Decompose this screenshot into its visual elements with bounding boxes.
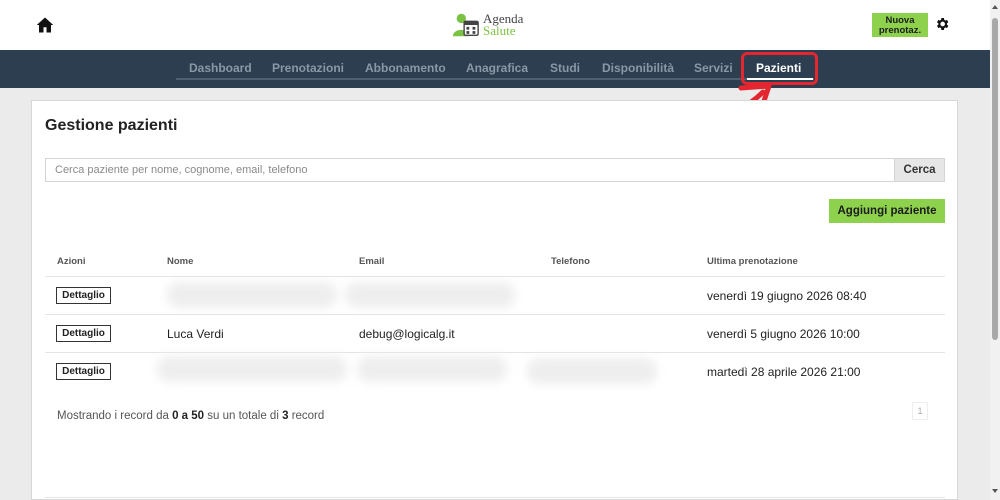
main-navigation: Dashboard Prenotazioni Abbonamento Anagr… [0,50,990,88]
card-bottom-divider [45,497,945,498]
table-row: Dettaglio venerdì 19 giugno 2026 08:40 [45,276,945,314]
new-booking-line2: prenotaz. [878,25,922,36]
top-header: Agenda Salute Nuova prenotaz. [0,0,990,50]
column-header-email: Email [359,256,385,267]
page-scrollbar[interactable] [990,0,1000,500]
detail-button[interactable]: Dettaglio [56,363,111,380]
logo-line-salute: Salute [483,23,516,38]
home-icon[interactable] [36,16,54,34]
detail-button[interactable]: Dettaglio [56,287,111,304]
add-patient-button[interactable]: Aggiungi paziente [829,199,945,223]
logo-wordmark: Agenda Salute [483,12,523,38]
records-range: 0 a 50 [172,410,205,422]
tab-disponibilita[interactable]: Disponibilità [602,61,674,75]
column-header-nome: Nome [167,256,194,267]
last-booking-cell: venerdì 19 giugno 2026 08:40 [707,289,867,303]
search-button[interactable]: Cerca [894,158,945,182]
records-prefix: Mostrando i record da [57,410,169,422]
column-header-azioni: Azioni [57,256,86,267]
doctor-calendar-logo-icon [452,13,479,37]
table-row: Dettaglio martedì 28 aprile 2026 21:00 [45,352,945,390]
new-booking-button[interactable]: Nuova prenotaz. [872,13,928,37]
scroll-up-icon[interactable] [990,2,1000,12]
tab-servizi[interactable]: Servizi [694,61,733,75]
tab-anagrafica[interactable]: Anagrafica [466,61,528,75]
last-booking-cell: martedì 28 aprile 2026 21:00 [707,365,861,379]
scroll-thumb[interactable] [992,18,998,340]
records-middle: su un totale di [207,410,279,422]
patient-search-input[interactable] [45,158,894,182]
redacted-name [157,356,347,382]
tab-dashboard[interactable]: Dashboard [189,61,252,75]
redacted-phone [527,358,657,384]
pagination-page-1[interactable]: 1 [912,402,928,420]
records-total: 3 [282,410,289,422]
tab-prenotazioni[interactable]: Prenotazioni [272,61,344,75]
detail-button[interactable]: Dettaglio [56,325,111,342]
gear-icon[interactable] [934,16,950,32]
table-row: Dettaglio Luca Verdi debug@logicalg.it v… [45,314,945,352]
patients-card: Gestione pazienti Cerca Aggiungi pazient… [31,100,958,500]
last-booking-cell: venerdì 5 giugno 2026 10:00 [707,327,860,341]
scroll-down-icon[interactable] [990,486,1000,496]
tab-studi[interactable]: Studi [550,61,580,75]
page-title: Gestione pazienti [45,117,178,134]
redacted-email [345,282,515,308]
column-header-ultima-prenotazione: Ultima prenotazione [707,256,798,267]
patient-name-cell: Luca Verdi [167,327,224,341]
column-header-telefono: Telefono [551,256,590,267]
redacted-email [357,356,507,382]
records-suffix: record [291,410,325,422]
redacted-name [167,282,337,308]
patient-email-cell: debug@logicalg.it [359,327,455,341]
app-logo[interactable]: Agenda Salute [452,10,523,40]
records-summary: Mostrando i record da 0 a 50 su un total… [57,410,324,422]
tab-abbonamento[interactable]: Abbonamento [365,61,446,75]
